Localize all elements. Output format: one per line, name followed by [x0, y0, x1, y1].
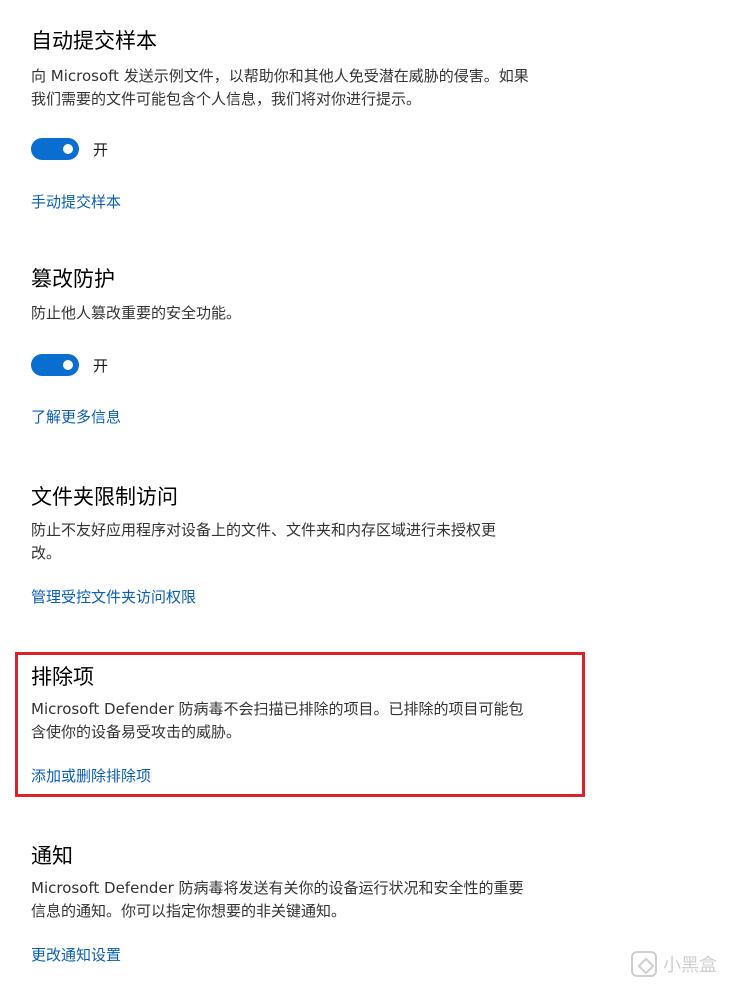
watermark: 小黑盒 — [631, 951, 717, 977]
section-description-line2: 我们需要的文件可能包含个人信息，我们将对你进行提示。 — [31, 90, 422, 108]
auto-sample-toggle[interactable] — [31, 138, 79, 160]
section-description-line1: 防止他人篡改重要的安全功能。 — [31, 304, 242, 322]
section-auto-sample-submission: 自动提交样本 向 Microsoft 发送示例文件，以帮助你和其他人免受潜在威胁… — [31, 27, 591, 211]
section-description-line2: 含使你的设备易受攻击的威胁。 — [31, 723, 242, 741]
section-notifications: 通知 Microsoft Defender 防病毒将发送有关你的设备运行状况和安… — [31, 842, 591, 964]
section-controlled-folder-access: 文件夹限制访问 防止不友好应用程序对设备上的文件、文件夹和内存区域进行未授权更 … — [31, 483, 591, 606]
change-notification-settings-link[interactable]: 更改通知设置 — [31, 945, 121, 965]
toggle-state-label: 开 — [93, 356, 109, 375]
section-title: 文件夹限制访问 — [31, 485, 178, 509]
section-tamper-protection: 篡改防护 防止他人篡改重要的安全功能。 开 了解更多信息 — [31, 265, 591, 426]
watermark-logo-icon — [631, 951, 657, 977]
section-exclusions: 排除项 Microsoft Defender 防病毒不会扫描已排除的项目。已排除… — [31, 663, 591, 785]
section-title: 自动提交样本 — [31, 29, 157, 53]
section-description-line1: Microsoft Defender 防病毒将发送有关你的设备运行状况和安全性的… — [31, 879, 524, 897]
tamper-protection-toggle[interactable] — [31, 354, 79, 376]
add-or-remove-exclusions-link[interactable]: 添加或删除排除项 — [31, 766, 151, 786]
toggle-row: 开 — [31, 353, 108, 377]
section-description-line1: 防止不友好应用程序对设备上的文件、文件夹和内存区域进行未授权更 — [31, 521, 497, 539]
manual-submit-sample-link[interactable]: 手动提交样本 — [31, 192, 121, 212]
toggle-knob — [63, 144, 73, 154]
manage-controlled-folder-access-link[interactable]: 管理受控文件夹访问权限 — [31, 587, 196, 607]
toggle-knob — [63, 360, 73, 370]
watermark-text: 小黑盒 — [663, 955, 717, 976]
section-title: 篡改防护 — [31, 267, 115, 291]
learn-more-link[interactable]: 了解更多信息 — [31, 407, 121, 427]
toggle-state-label: 开 — [93, 140, 109, 159]
section-description-line2: 改。 — [31, 544, 62, 562]
toggle-row: 开 — [31, 137, 108, 161]
section-title: 通知 — [31, 844, 73, 868]
section-description-line1: 向 Microsoft 发送示例文件，以帮助你和其他人免受潜在威胁的侵害。如果 — [31, 67, 529, 85]
section-title: 排除项 — [31, 665, 94, 689]
section-description-line1: Microsoft Defender 防病毒不会扫描已排除的项目。已排除的项目可… — [31, 700, 524, 718]
section-description-line2: 信息的通知。你可以指定你想要的非关键通知。 — [31, 902, 347, 920]
